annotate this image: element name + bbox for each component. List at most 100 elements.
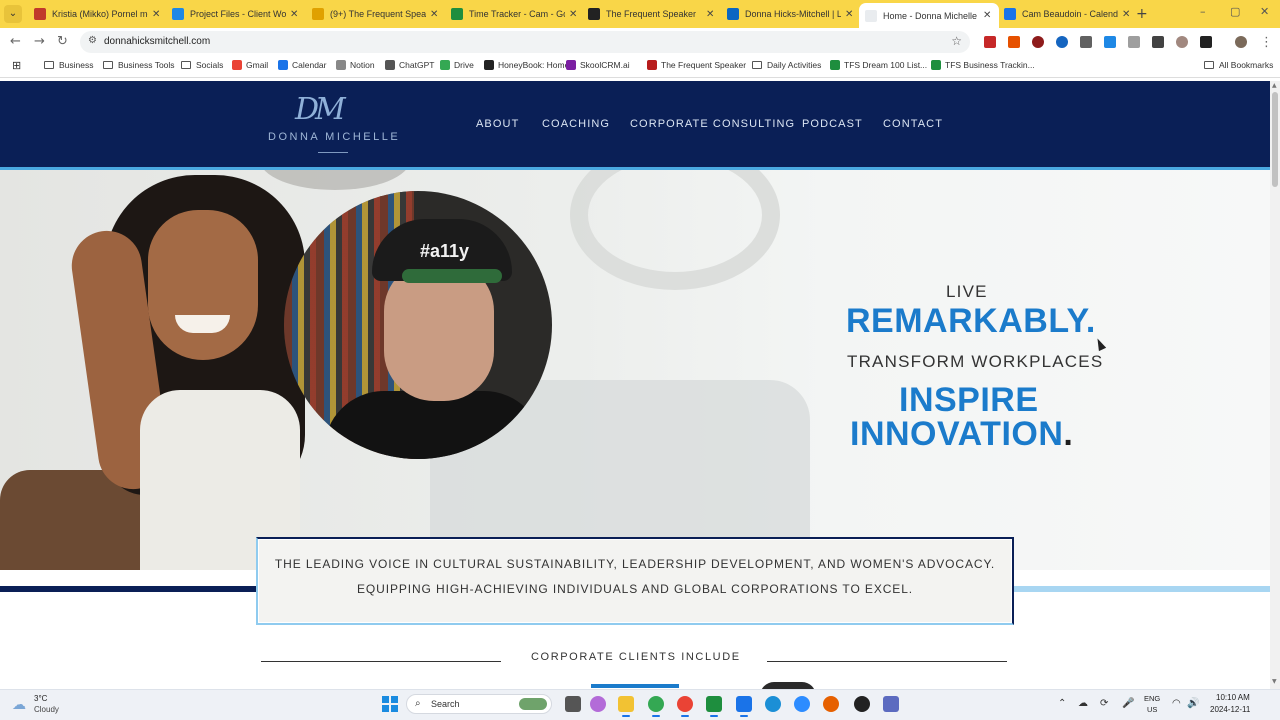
logo-text[interactable]: DONNA MICHELLE: [268, 131, 400, 143]
language-indicator[interactable]: ENG: [1144, 694, 1160, 703]
maximize-icon[interactable]: ▢: [1230, 5, 1240, 18]
edge-icon[interactable]: [765, 696, 781, 712]
close-icon[interactable]: ✕: [1260, 5, 1269, 18]
browser-tab[interactable]: Cam Beaudoin - Calendar ✕: [998, 3, 1138, 25]
tab-close-icon[interactable]: ✕: [569, 9, 579, 20]
extension-icon[interactable]: [984, 36, 996, 48]
profile-avatar[interactable]: [1235, 36, 1247, 48]
tab-search-button[interactable]: ⌄: [4, 5, 22, 23]
file-viewer-icon[interactable]: [565, 696, 581, 712]
address-bar[interactable]: ⚙ donnahicksmitchell.com ☆: [80, 31, 970, 53]
tab-close-icon[interactable]: ✕: [290, 9, 300, 20]
bookmark-label: HoneyBook: Home: [498, 60, 570, 70]
zoom-icon[interactable]: [794, 696, 810, 712]
obs-icon[interactable]: [854, 696, 870, 712]
browser-tab[interactable]: The Frequent Speaker ✕: [582, 3, 722, 25]
bookmark-item[interactable]: ChatGPT: [385, 60, 434, 70]
bookmark-item[interactable]: HoneyBook: Home: [484, 60, 569, 70]
bookmark-item[interactable]: SkoolCRM.ai: [566, 60, 630, 70]
clock-date[interactable]: 2024-12-11: [1210, 705, 1250, 714]
bookmark-label: SkoolCRM.ai: [580, 60, 630, 70]
docs-app-icon[interactable]: [736, 696, 752, 712]
nav-coaching[interactable]: COACHING: [542, 118, 610, 130]
bookmark-star-icon[interactable]: ☆: [951, 34, 962, 48]
bookmark-item[interactable]: Notion: [336, 60, 375, 70]
reload-icon[interactable]: ↻: [57, 34, 68, 49]
bookmark-item[interactable]: Gmail: [232, 60, 268, 70]
taskbar-search[interactable]: ⌕ Search: [406, 694, 552, 714]
site-info-icon[interactable]: ⚙: [88, 35, 97, 46]
bookmark-item[interactable]: TFS Business Trackin...: [931, 60, 1035, 70]
gmail-icon: [232, 60, 242, 70]
microphone-icon[interactable]: 🎤: [1122, 698, 1134, 709]
cloud-weather-icon[interactable]: ☁: [12, 697, 26, 713]
chrome-icon[interactable]: [648, 696, 664, 712]
chatgpt-icon: [385, 60, 395, 70]
copilot-icon[interactable]: [590, 696, 606, 712]
url-text[interactable]: donnahicksmitchell.com: [104, 36, 210, 47]
tab-title: Home - Donna Michelle: [883, 10, 978, 21]
sheets-app-icon[interactable]: [706, 696, 722, 712]
bookmark-item[interactable]: Calendar: [278, 60, 327, 70]
scroll-up-icon[interactable]: ▲: [1272, 82, 1277, 89]
tab-close-icon[interactable]: ✕: [430, 9, 440, 20]
weather-temperature[interactable]: 3°C: [34, 694, 47, 703]
firefox-icon[interactable]: [823, 696, 839, 712]
extension-icon[interactable]: [1032, 36, 1044, 48]
apps-grid-icon[interactable]: ⊞: [12, 59, 21, 72]
windows-start-icon[interactable]: [382, 696, 398, 712]
menu-kebab-icon[interactable]: ⋮: [1260, 35, 1273, 50]
bookmark-item[interactable]: Business Tools: [103, 60, 175, 70]
browser-tab[interactable]: Donna Hicks-Mitchell | Li ✕: [721, 3, 861, 25]
bookmark-item[interactable]: Socials: [181, 60, 223, 70]
all-bookmarks-button[interactable]: All Bookmarks: [1204, 60, 1273, 70]
bookmark-item[interactable]: Drive: [440, 60, 474, 70]
extension-icon[interactable]: [1176, 36, 1188, 48]
sync-icon[interactable]: ⟳: [1100, 698, 1108, 709]
show-hidden-icons[interactable]: ⌃: [1058, 698, 1066, 709]
speaker-icon[interactable]: 🔊: [1187, 698, 1199, 709]
weather-condition[interactable]: Cloudy: [34, 705, 59, 714]
forward-icon[interactable]: →: [34, 34, 45, 49]
new-tab-button[interactable]: +: [1136, 6, 1148, 22]
extension-icon[interactable]: [1104, 36, 1116, 48]
logo-monogram[interactable]: DM: [295, 92, 346, 127]
bookmark-item[interactable]: The Frequent Speaker: [647, 60, 746, 70]
scroll-down-icon[interactable]: ▼: [1272, 678, 1277, 685]
chrome-profile-icon[interactable]: [677, 696, 693, 712]
clock-time[interactable]: 10:10 AM: [1216, 693, 1250, 702]
tab-close-icon[interactable]: ✕: [983, 10, 993, 21]
tab-close-icon[interactable]: ✕: [845, 9, 855, 20]
tab-close-icon[interactable]: ✕: [1122, 9, 1132, 20]
extension-icon[interactable]: [1128, 36, 1140, 48]
extensions-puzzle-icon[interactable]: [1200, 36, 1212, 48]
onedrive-cloud-icon[interactable]: ☁: [1078, 698, 1088, 709]
back-icon[interactable]: ←: [10, 34, 21, 49]
browser-tab[interactable]: Home - Donna Michelle ✕: [859, 3, 999, 28]
tab-title: Kristia (Mikko) Pornel me: [52, 9, 148, 19]
bookmark-item[interactable]: TFS Dream 100 List...: [830, 60, 927, 70]
extension-icon[interactable]: [1056, 36, 1068, 48]
nav-about[interactable]: ABOUT: [476, 118, 519, 130]
browser-tab[interactable]: Time Tracker - Cam - Goo ✕: [445, 3, 585, 25]
tab-close-icon[interactable]: ✕: [706, 9, 716, 20]
file-explorer-icon[interactable]: [618, 696, 634, 712]
running-app-indicator: [710, 715, 718, 717]
extension-icon[interactable]: [1008, 36, 1020, 48]
minimize-icon[interactable]: –: [1200, 5, 1206, 18]
nav-corporate-consulting[interactable]: CORPORATE CONSULTING: [630, 118, 795, 130]
bookmark-item[interactable]: Daily Activities: [752, 60, 821, 70]
browser-tab[interactable]: Project Files - Client Work ✕: [166, 3, 306, 25]
calculator-icon[interactable]: [883, 696, 899, 712]
tab-close-icon[interactable]: ✕: [152, 9, 162, 20]
region-indicator[interactable]: US: [1147, 705, 1157, 714]
nav-contact[interactable]: CONTACT: [883, 118, 943, 130]
wifi-icon[interactable]: ◠: [1172, 698, 1181, 709]
extension-icon[interactable]: [1080, 36, 1092, 48]
scrollbar-thumb[interactable]: [1272, 92, 1278, 187]
extension-icon[interactable]: [1152, 36, 1164, 48]
bookmark-item[interactable]: Business: [44, 60, 94, 70]
nav-podcast[interactable]: PODCAST: [802, 118, 863, 130]
browser-tab[interactable]: (9+) The Frequent Speaker ✕: [306, 3, 446, 25]
browser-tab[interactable]: Kristia (Mikko) Pornel me ✕: [28, 3, 168, 25]
